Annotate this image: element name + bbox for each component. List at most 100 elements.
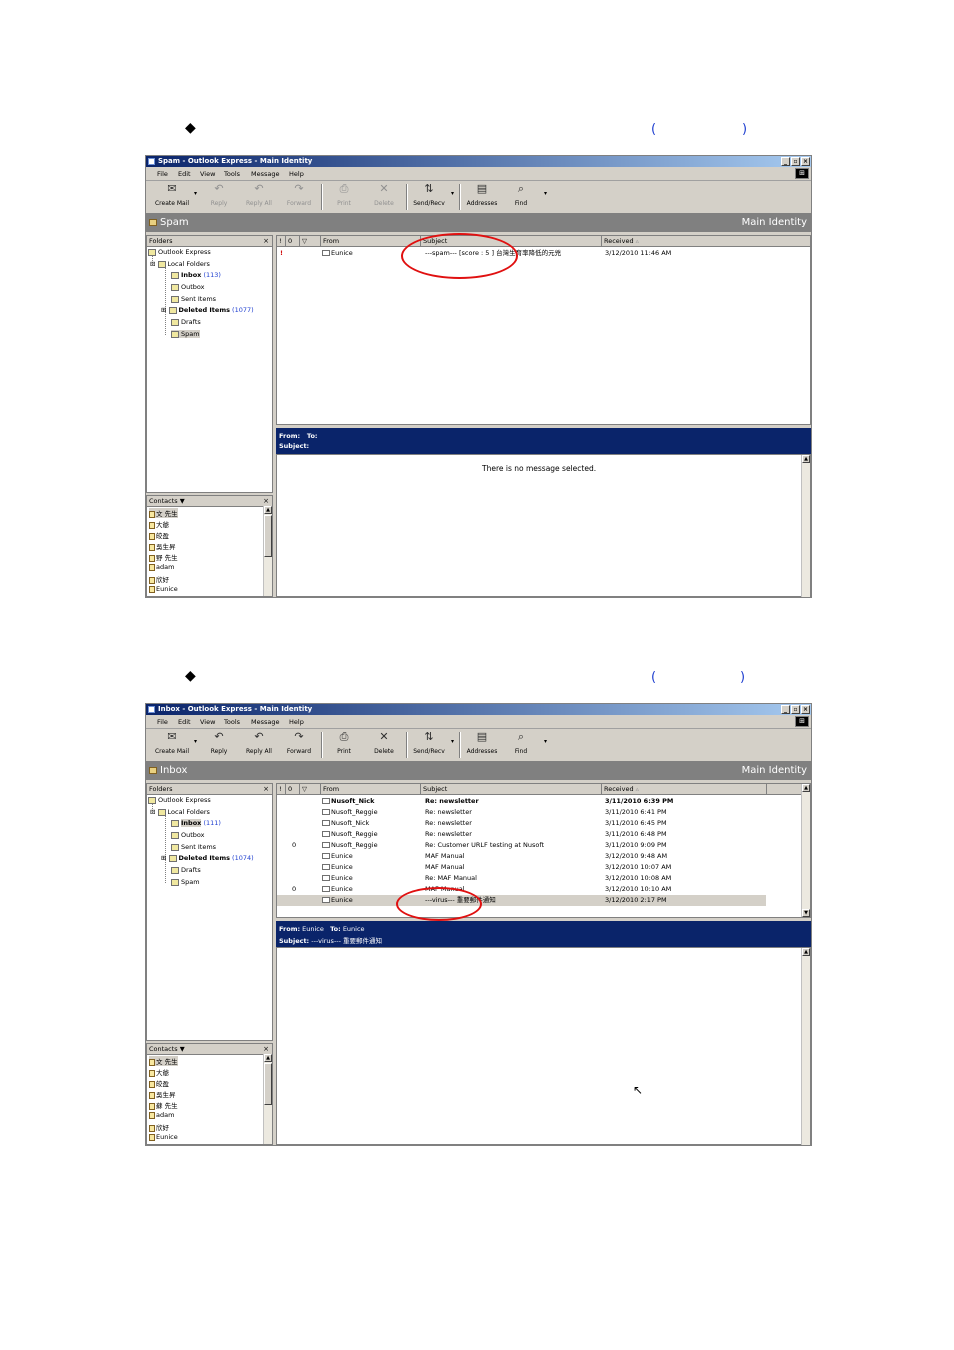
menu-view[interactable]: View	[200, 718, 215, 726]
menu-edit[interactable]: Edit	[178, 170, 191, 178]
contact-item[interactable]: 吳生昇	[149, 1089, 176, 1099]
menu-message[interactable]: Message	[251, 170, 280, 178]
folder-deleted-items[interactable]: ⊞ Deleted Items (1074)	[161, 854, 254, 862]
menu-view[interactable]: View	[200, 170, 215, 178]
folder-spam[interactable]: Spam	[171, 330, 200, 338]
folder-spam[interactable]: Spam	[171, 878, 200, 886]
menu-tools[interactable]: Tools	[224, 170, 240, 178]
contact-item[interactable]: 欣好	[149, 1122, 169, 1132]
restore-button[interactable]: ▫	[791, 157, 800, 166]
close-pane-icon[interactable]: ×	[263, 236, 269, 246]
message-row[interactable]: Eunice MAF Manual 3/12/2010 9:48 AM	[277, 851, 810, 862]
minimize-button[interactable]: _	[781, 705, 790, 714]
col-attachment[interactable]: 0	[286, 236, 300, 246]
create-mail-dropdown-icon[interactable]: ▾	[194, 738, 197, 745]
send-recv-button[interactable]: ⇅ Send/Recv	[409, 731, 449, 756]
contacts-scrollbar[interactable]: ▲	[263, 506, 272, 596]
col-priority[interactable]: !	[277, 236, 286, 246]
scroll-down-icon[interactable]: ▼	[802, 909, 810, 917]
scroll-up-icon[interactable]: ▲	[802, 455, 810, 463]
find-button[interactable]: ⌕ Find	[501, 731, 541, 756]
folder-inbox[interactable]: Inbox (111)	[171, 819, 221, 827]
reply-all-button[interactable]: ↶ Reply All	[239, 731, 279, 756]
preview-scrollbar[interactable]: ▲	[801, 948, 810, 1145]
contacts-scrollbar[interactable]: ▲	[263, 1054, 272, 1144]
col-attachment[interactable]: 0	[286, 784, 300, 794]
col-from[interactable]: From	[321, 236, 421, 246]
menu-help[interactable]: Help	[289, 718, 304, 726]
restore-button[interactable]: ▫	[791, 705, 800, 714]
menu-file[interactable]: File	[157, 170, 168, 178]
find-dropdown-icon[interactable]: ▾	[544, 190, 547, 197]
minimize-button[interactable]: _	[781, 157, 790, 166]
reply-all-button[interactable]: ↶ Reply All	[239, 183, 279, 208]
reply-button[interactable]: ↶ Reply	[199, 731, 239, 756]
scroll-up-icon[interactable]: ▲	[802, 948, 810, 956]
close-button[interactable]: ×	[801, 157, 810, 166]
close-pane-icon[interactable]: ×	[263, 1044, 269, 1054]
col-received[interactable]: Received ▵	[602, 784, 767, 794]
contact-item[interactable]: 大爺	[149, 1067, 169, 1077]
create-mail-button[interactable]: ✉ Create Mail	[152, 183, 192, 208]
contact-item[interactable]: 吳生昇	[149, 541, 176, 551]
message-row[interactable]: Eunice ---virus--- 重要郵件通知 3/12/2010 2:17 P…	[277, 895, 766, 906]
find-button[interactable]: ⌕ Find	[501, 183, 541, 208]
folder-local-folders[interactable]: ⊟ Local Folders	[150, 808, 210, 816]
message-row[interactable]: Nusoft_Nick Re: newsletter 3/11/2010 6:45 …	[277, 818, 810, 829]
col-priority[interactable]: !	[277, 784, 286, 794]
delete-button[interactable]: ✕ Delete	[364, 183, 404, 208]
close-pane-icon[interactable]: ×	[263, 496, 269, 506]
message-list-scrollbar[interactable]: ▲ ▼	[801, 784, 810, 917]
message-row[interactable]: 0 Eunice MAF Manual 3/12/2010 10:10 AM	[277, 884, 810, 895]
close-pane-icon[interactable]: ×	[263, 784, 269, 794]
contact-item[interactable]: 野 先生	[149, 552, 178, 562]
message-row[interactable]: 0 Nusoft_Reggie Re: Customer URLF testing …	[277, 840, 810, 851]
folder-inbox[interactable]: Inbox (113)	[171, 271, 221, 279]
contact-item[interactable]: 皎盈	[149, 1078, 169, 1088]
scroll-up-icon[interactable]: ▲	[802, 784, 810, 792]
folder-drafts[interactable]: Drafts	[171, 318, 201, 326]
send-recv-button[interactable]: ⇅ Send/Recv	[409, 183, 449, 208]
contact-item[interactable]: 皎盈	[149, 530, 169, 540]
forward-button[interactable]: ↷ Forward	[279, 731, 319, 756]
col-flag[interactable]: ▽	[300, 236, 321, 246]
send-recv-dropdown-icon[interactable]: ▾	[451, 738, 454, 745]
folder-outlook-express[interactable]: Outlook Express	[148, 796, 211, 804]
folder-outbox[interactable]: Outbox	[171, 283, 205, 291]
delete-button[interactable]: ✕ Delete	[364, 731, 404, 756]
preview-scrollbar[interactable]: ▲	[801, 455, 810, 597]
folder-drafts[interactable]: Drafts	[171, 866, 201, 874]
folder-local-folders[interactable]: ⊟ Local Folders	[150, 260, 210, 268]
contacts-header[interactable]: Contacts ▼ ×	[147, 1044, 272, 1055]
contact-item[interactable]: adam	[149, 1111, 174, 1119]
reply-button[interactable]: ↶ Reply	[199, 183, 239, 208]
find-dropdown-icon[interactable]: ▾	[544, 738, 547, 745]
contact-item[interactable]: 蘇 先生	[149, 1100, 178, 1110]
scroll-up-icon[interactable]: ▲	[264, 1054, 272, 1062]
menu-edit[interactable]: Edit	[178, 718, 191, 726]
message-row[interactable]: Nusoft_Nick Re: newsletter 3/11/2010 6:39 …	[277, 796, 810, 807]
message-row[interactable]: Eunice Re: MAF Manual 3/12/2010 10:08 AM	[277, 873, 810, 884]
menu-tools[interactable]: Tools	[224, 718, 240, 726]
folder-deleted-items[interactable]: ⊞ Deleted Items (1077)	[161, 306, 254, 314]
col-from[interactable]: From	[321, 784, 421, 794]
folder-outlook-express[interactable]: Outlook Express	[148, 248, 211, 256]
message-row[interactable]: ! Eunice ---spam--- [score : 5 ] 台灣生育率降低…	[277, 248, 810, 259]
print-button[interactable]: ⎙ Print	[324, 731, 364, 756]
contact-item[interactable]: 欣好	[149, 574, 169, 584]
folder-sent-items[interactable]: Sent Items	[171, 843, 216, 851]
menu-file[interactable]: File	[157, 718, 168, 726]
message-row[interactable]: Eunice MAF Manual 3/12/2010 10:07 AM	[277, 862, 810, 873]
col-flag[interactable]: ▽	[300, 784, 321, 794]
contact-item[interactable]: 文 先生	[149, 508, 178, 518]
menu-message[interactable]: Message	[251, 718, 280, 726]
contact-item[interactable]: 大爺	[149, 519, 169, 529]
message-row[interactable]: Nusoft_Reggie Re: newsletter 3/11/2010 6:4…	[277, 829, 810, 840]
close-button[interactable]: ×	[801, 705, 810, 714]
create-mail-button[interactable]: ✉ Create Mail	[152, 731, 192, 756]
col-subject[interactable]: Subject	[421, 784, 602, 794]
print-button[interactable]: ⎙ Print	[324, 183, 364, 208]
contact-item[interactable]: Eunice	[149, 1133, 178, 1141]
contact-item[interactable]: adam	[149, 563, 174, 571]
contact-item[interactable]: 文 先生	[149, 1056, 178, 1066]
